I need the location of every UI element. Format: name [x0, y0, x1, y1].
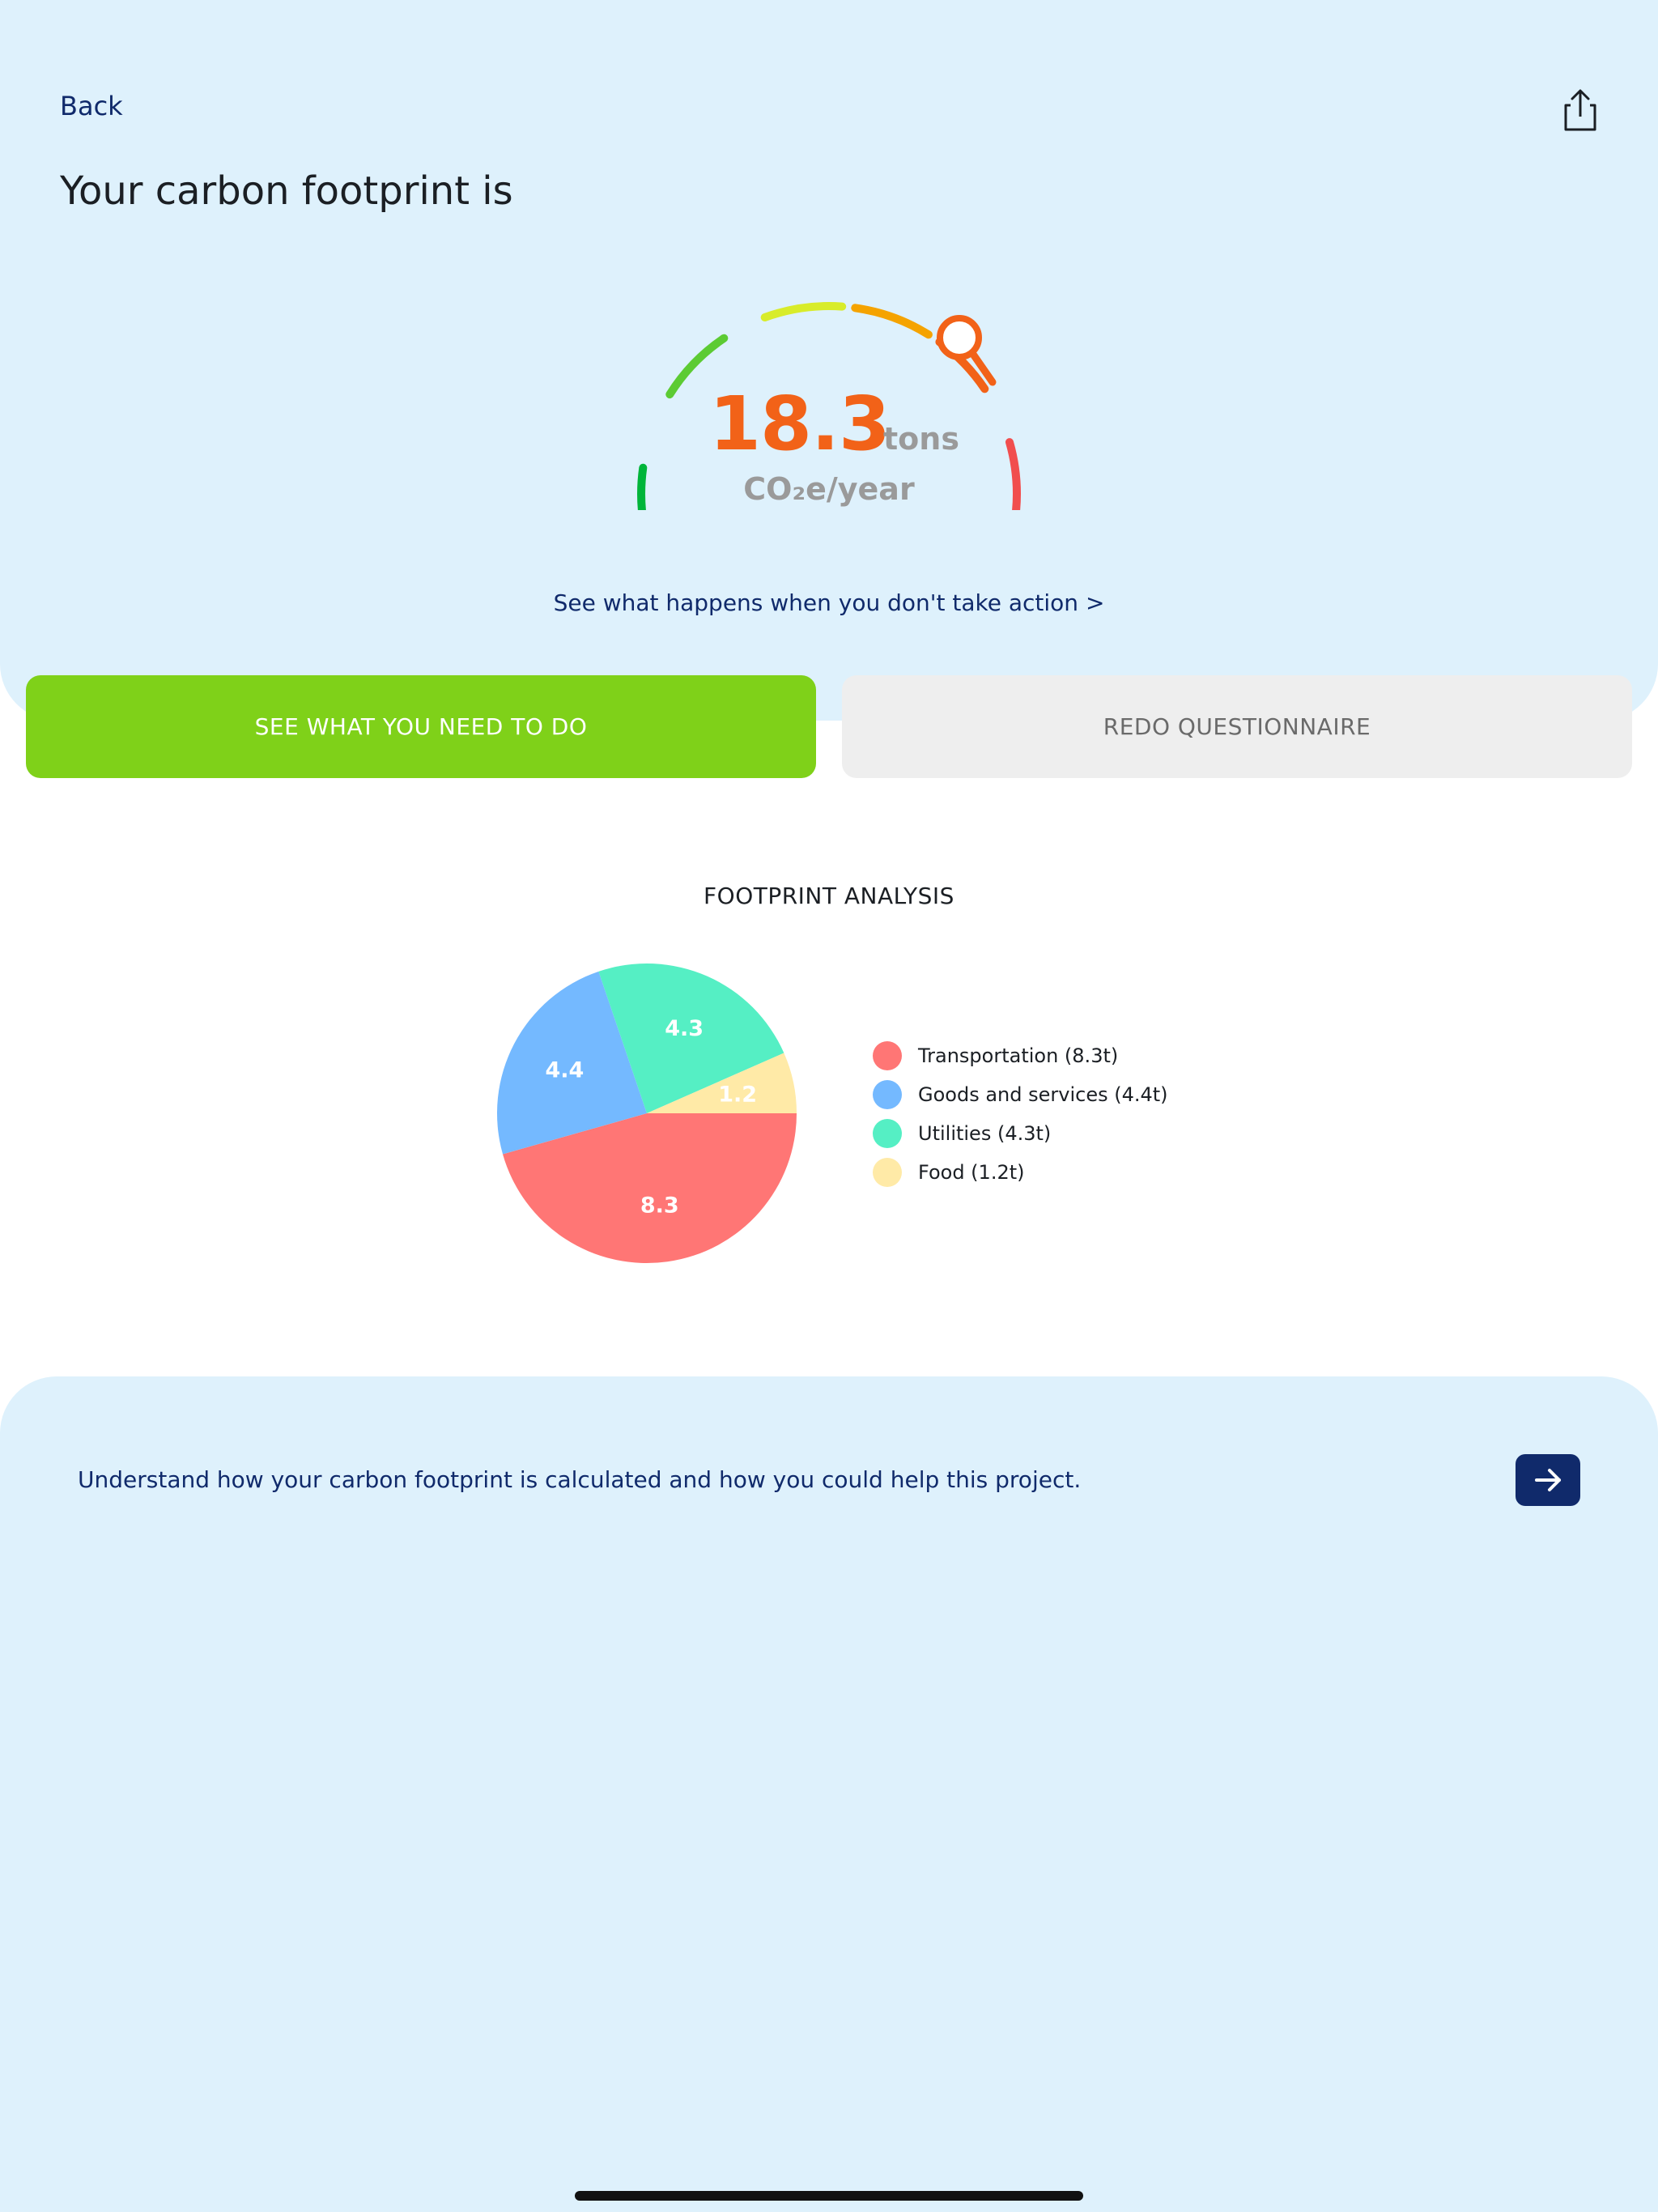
- legend-item-goods-and-services: Goods and services (4.4t): [873, 1075, 1168, 1114]
- no-action-link[interactable]: See what happens when you don't take act…: [0, 589, 1658, 616]
- legend-label: Utilities (4.3t): [918, 1122, 1052, 1145]
- bottom-panel: [0, 1376, 1658, 2212]
- page-title: Your carbon footprint is: [60, 168, 513, 214]
- gauge-segment: [760, 302, 847, 321]
- footprint-pie-chart: 8.3 4.4 4.3 1.2: [496, 963, 797, 1264]
- pie-data-label: 4.4: [545, 1058, 584, 1083]
- gauge-segment: [851, 304, 933, 339]
- see-what-you-need-to-do-button[interactable]: SEE WHAT YOU NEED TO DO: [26, 675, 816, 778]
- info-arrow-button[interactable]: [1516, 1454, 1580, 1506]
- score-subunit: CO₂e/year: [743, 471, 915, 507]
- score-unit: tons: [883, 421, 959, 457]
- legend-swatch: [873, 1041, 902, 1070]
- analysis-title: FOOTPRINT ANALYSIS: [704, 883, 954, 909]
- legend-item-food: Food (1.2t): [873, 1153, 1168, 1192]
- info-text: Understand how your carbon footprint is …: [78, 1466, 1082, 1493]
- score-value: 18.3: [709, 381, 891, 467]
- arrow-right-icon: [1535, 1469, 1561, 1491]
- legend-label: Goods and services (4.4t): [918, 1083, 1168, 1106]
- magnifier-icon: [937, 315, 997, 386]
- home-indicator: [575, 2191, 1083, 2201]
- legend-swatch: [873, 1119, 902, 1148]
- pie-legend: Transportation (8.3t) Goods and services…: [873, 1036, 1168, 1192]
- share-icon[interactable]: [1559, 87, 1601, 134]
- legend-swatch: [873, 1158, 902, 1187]
- legend-item-transportation: Transportation (8.3t): [873, 1036, 1168, 1075]
- legend-item-utilities: Utilities (4.3t): [873, 1114, 1168, 1153]
- back-button[interactable]: Back: [60, 91, 123, 121]
- pie-data-label: 1.2: [718, 1082, 757, 1107]
- pie-data-label: 4.3: [665, 1016, 704, 1041]
- legend-label: Transportation (8.3t): [918, 1044, 1119, 1067]
- redo-questionnaire-button[interactable]: REDO QUESTIONNAIRE: [842, 675, 1632, 778]
- pie-data-label: 8.3: [640, 1193, 679, 1219]
- legend-swatch: [873, 1080, 902, 1109]
- legend-label: Food (1.2t): [918, 1161, 1025, 1184]
